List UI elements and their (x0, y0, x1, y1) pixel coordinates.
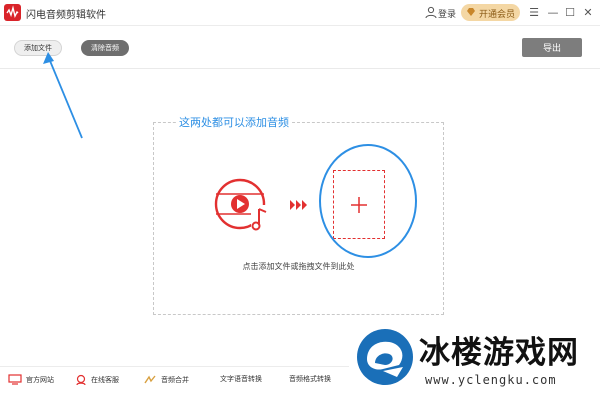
diamond-icon (467, 8, 475, 16)
monitor-icon (8, 374, 22, 385)
merge-icon (144, 375, 156, 384)
watermark-url: www.yclengku.com (425, 373, 557, 387)
online-service-label: 在线客服 (91, 376, 119, 384)
close-icon[interactable]: ✕ (581, 5, 595, 19)
plus-icon (351, 196, 367, 213)
watermark: 冰楼游戏网 www.yclengku.com (349, 321, 600, 393)
app-logo-icon (4, 4, 21, 21)
official-site-link[interactable]: 官方网站 (8, 374, 54, 385)
format-convert-link[interactable]: 音频格式转换 (289, 374, 331, 384)
official-site-label: 官方网站 (26, 375, 54, 384)
online-service-link[interactable]: 在线客服 (75, 374, 119, 386)
text-speech-label: 文字语音转换 (220, 375, 262, 383)
clear-audio-button[interactable]: 清除音频 (81, 40, 129, 56)
annotation-text: 这两处都可以添加音频 (176, 114, 292, 130)
format-convert-label: 音频格式转换 (289, 375, 331, 383)
drop-hint-text: 点击添加文件或拖拽文件到此处 (242, 262, 355, 271)
watermark-logo-icon (357, 329, 413, 385)
menu-icon[interactable]: ☰ (527, 5, 541, 19)
title-bar: 闪电音频剪辑软件 登录 开通会员 ☰ — ☐ ✕ (0, 0, 600, 26)
annotation-arrow (43, 52, 83, 139)
customer-service-icon (76, 374, 86, 386)
drop-zone[interactable] (153, 122, 444, 315)
add-audio-box[interactable] (333, 170, 385, 239)
forward-arrows-icon (290, 200, 307, 210)
maximize-icon[interactable]: ☐ (563, 5, 577, 19)
music-file-icon (214, 178, 271, 231)
login-link[interactable]: 登录 (438, 7, 456, 20)
user-icon[interactable] (425, 6, 437, 19)
vip-button[interactable]: 开通会员 (461, 4, 520, 21)
app-title: 闪电音频剪辑软件 (26, 10, 106, 21)
audio-merge-label: 音频合并 (161, 376, 189, 384)
audio-merge-link[interactable]: 音频合并 (143, 374, 189, 386)
vip-label: 开通会员 (479, 10, 516, 20)
export-button[interactable]: 导出 (522, 38, 582, 57)
minimize-icon[interactable]: — (546, 5, 560, 19)
text-speech-link[interactable]: 文字语音转换 (220, 374, 262, 384)
watermark-title: 冰楼游戏网 (419, 335, 579, 371)
toolbar-divider (0, 68, 600, 69)
